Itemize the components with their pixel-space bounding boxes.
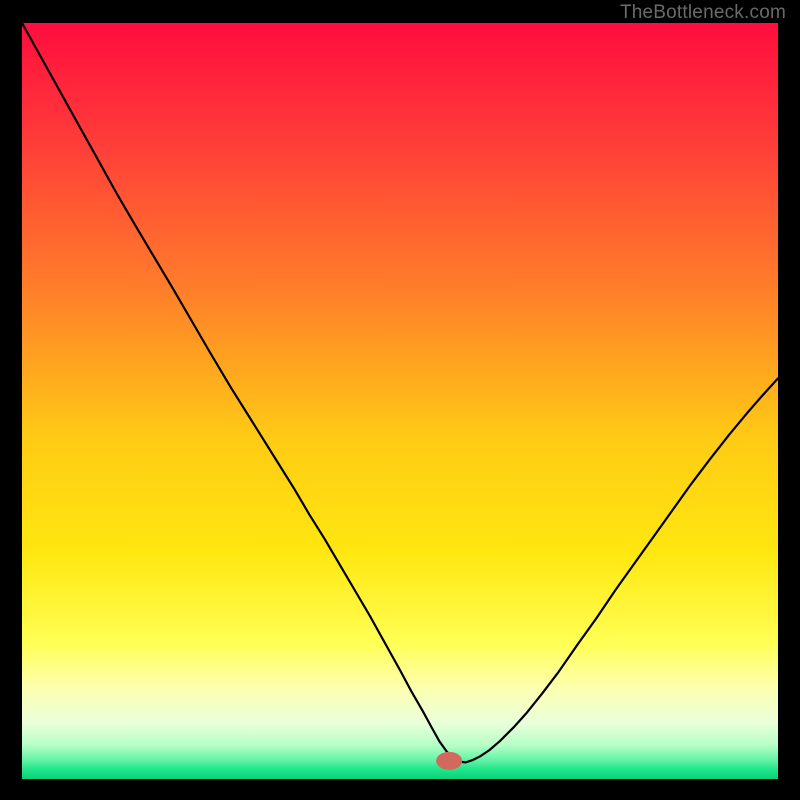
chart-frame: TheBottleneck.com: [0, 0, 800, 800]
optimal-marker: [436, 752, 462, 770]
watermark-text: TheBottleneck.com: [620, 2, 786, 24]
gradient-background: [22, 23, 778, 779]
plot-area: [22, 23, 778, 779]
chart-svg: [22, 23, 778, 779]
